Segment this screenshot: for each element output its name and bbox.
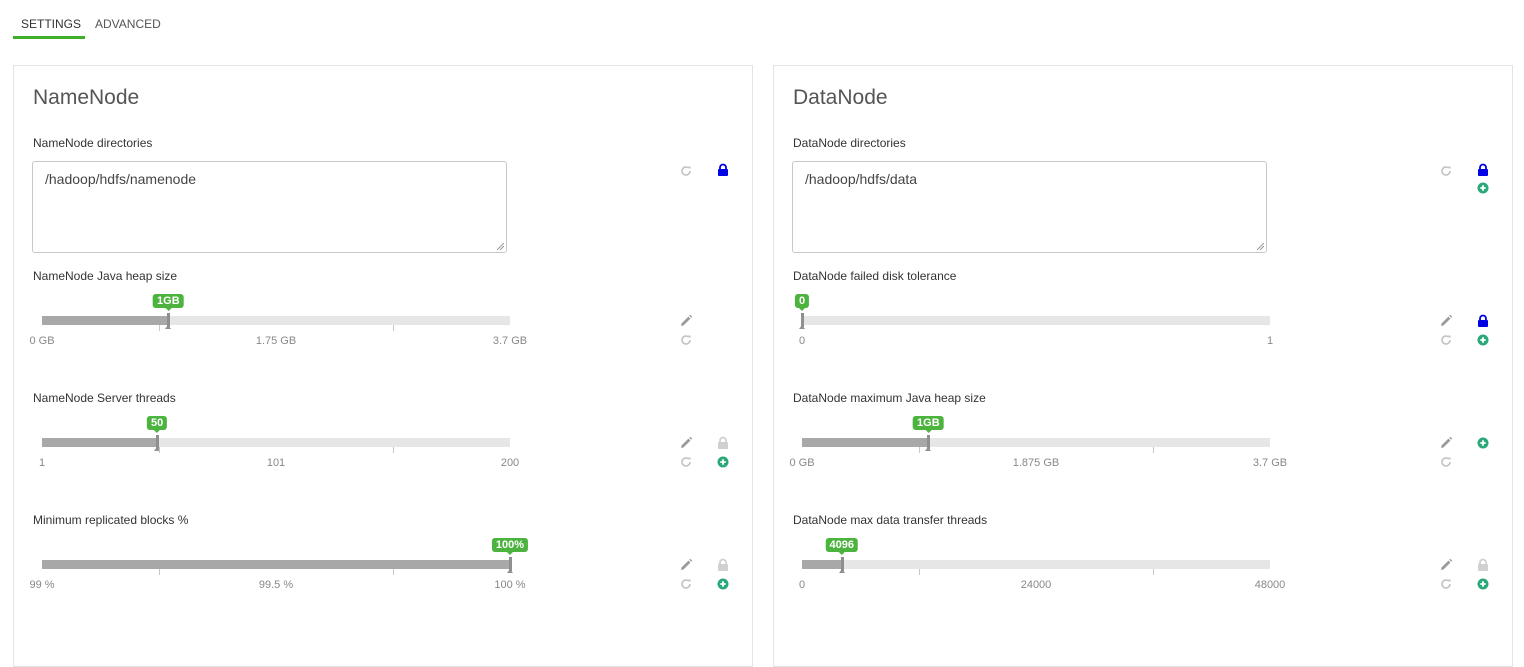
namenode-heap-slider[interactable]: 1GB 0 GB 1.75 GB 3.7 GB [29, 288, 527, 347]
slider-tick [393, 325, 394, 331]
refresh-icon[interactable] [679, 333, 693, 347]
slider-track [802, 316, 1270, 325]
slider-tick-label: 101 [266, 457, 286, 469]
lock-icon[interactable] [716, 558, 730, 572]
plus-circle-icon[interactable] [716, 577, 730, 591]
slider-tick-label: 1.875 GB [1012, 457, 1060, 469]
datanode-title: DataNode [793, 86, 888, 109]
slider-handle-pointer [507, 569, 513, 573]
slider-tick [159, 569, 160, 575]
lock-icon[interactable] [716, 436, 730, 450]
slider-value-badge: 50 [147, 416, 168, 433]
plus-circle-icon[interactable] [1476, 436, 1490, 450]
plus-circle-icon[interactable] [1476, 181, 1490, 195]
namenode-heap-label: NameNode Java heap size [33, 269, 178, 283]
slider-tick [919, 569, 920, 575]
slider-tick [393, 447, 394, 453]
lock-icon[interactable] [716, 163, 730, 177]
slider-handle-pointer [165, 325, 172, 329]
transfer-threads-slider[interactable]: 4096 0 24000 48000 [799, 532, 1285, 591]
refresh-icon[interactable] [679, 455, 693, 469]
tab-advanced[interactable]: ADVANCED [95, 17, 161, 31]
datanode-directories-input[interactable]: /hadoop/hdfs/data [792, 161, 1267, 253]
refresh-icon[interactable] [679, 164, 693, 178]
slider-tick-label: 1 [38, 457, 46, 469]
namenode-directories-value: /hadoop/hdfs/namenode [45, 171, 197, 187]
lock-icon[interactable] [1476, 314, 1490, 328]
refresh-icon[interactable] [1439, 577, 1453, 591]
refresh-icon[interactable] [679, 577, 693, 591]
datanode-max-heap-slider[interactable]: 1GB 0 GB 1.875 GB 3.7 GB [789, 410, 1287, 469]
refresh-icon[interactable] [1439, 455, 1453, 469]
slider-fill [42, 438, 158, 447]
slider-tick-label: 0 [798, 579, 806, 591]
slider-fill [802, 438, 929, 447]
slider-tick-label: 48000 [1254, 579, 1286, 591]
transfer-threads-label: DataNode max data transfer threads [793, 513, 988, 527]
refresh-icon[interactable] [1439, 164, 1453, 178]
slider-value-badge: 0 [794, 294, 810, 311]
slider-tick-label: 24000 [1020, 579, 1052, 591]
slider-tick-label: 1 [1266, 335, 1274, 347]
min-blocks-label: Minimum replicated blocks % [33, 513, 189, 527]
namenode-directories-input[interactable]: /hadoop/hdfs/namenode [32, 161, 507, 253]
plus-circle-icon[interactable] [1476, 577, 1490, 591]
pencil-icon[interactable] [679, 314, 693, 328]
pencil-icon[interactable] [1439, 558, 1453, 572]
namenode-threads-label: NameNode Server threads [33, 391, 176, 405]
slider-handle-pointer [925, 447, 932, 451]
slider-tick [159, 447, 160, 453]
slider-value-badge: 100% [491, 538, 529, 555]
datanode-directories-label: DataNode directories [793, 136, 906, 150]
lock-icon[interactable] [1476, 558, 1490, 572]
datanode-panel: DataNode DataNode directories /hadoop/hd… [773, 65, 1513, 667]
plus-circle-icon[interactable] [716, 455, 730, 469]
namenode-title: NameNode [33, 86, 140, 109]
disk-tolerance-label: DataNode failed disk tolerance [793, 269, 957, 283]
resize-handle-icon[interactable] [497, 243, 504, 250]
slider-handle-pointer [799, 325, 805, 329]
pencil-icon[interactable] [1439, 314, 1453, 328]
slider-tick-label: 3.7 GB [492, 335, 528, 347]
slider-value-badge: 4096 [825, 538, 859, 555]
slider-tick-label: 100 % [494, 579, 526, 591]
slider-tick-label: 0 GB [29, 335, 55, 347]
lock-icon[interactable] [1476, 163, 1490, 177]
slider-value-badge: 1GB [153, 294, 184, 311]
slider-tick-label: 200 [500, 457, 520, 469]
slider-tick-label: 0 [798, 335, 806, 347]
slider-fill [42, 316, 169, 325]
slider-tick [919, 447, 920, 453]
slider-tick [393, 569, 394, 575]
slider-fill [802, 560, 842, 569]
namenode-threads-slider[interactable]: 50 1 101 200 [39, 410, 519, 469]
slider-fill [42, 560, 510, 569]
namenode-panel: NameNode NameNode directories /hadoop/hd… [13, 65, 753, 667]
disk-tolerance-slider[interactable]: 0 0 1 [794, 288, 1273, 347]
namenode-directories-label: NameNode directories [33, 136, 153, 150]
active-tab-indicator [13, 36, 85, 39]
slider-tick-label: 3.7 GB [1252, 457, 1288, 469]
resize-handle-icon[interactable] [1257, 243, 1264, 250]
slider-value-badge: 1GB [913, 416, 944, 433]
slider-tick [1153, 569, 1154, 575]
pencil-icon[interactable] [679, 436, 693, 450]
slider-tick [159, 325, 160, 331]
slider-tick-label: 99 % [29, 579, 55, 591]
pencil-icon[interactable] [679, 558, 693, 572]
tab-settings[interactable]: SETTINGS [21, 17, 81, 31]
slider-tick-label: 99.5 % [258, 579, 294, 591]
slider-handle-pointer [838, 569, 845, 573]
min-blocks-slider[interactable]: 100% 99 % 99.5 % 100 % [29, 532, 529, 591]
slider-tick-label: 0 GB [789, 457, 815, 469]
datanode-max-heap-label: DataNode maximum Java heap size [793, 391, 986, 405]
slider-track [802, 560, 1270, 569]
slider-tick [1153, 447, 1154, 453]
plus-circle-icon[interactable] [1476, 333, 1490, 347]
datanode-directories-value: /hadoop/hdfs/data [805, 171, 918, 187]
pencil-icon[interactable] [1439, 436, 1453, 450]
slider-tick-label: 1.75 GB [255, 335, 297, 347]
refresh-icon[interactable] [1439, 333, 1453, 347]
